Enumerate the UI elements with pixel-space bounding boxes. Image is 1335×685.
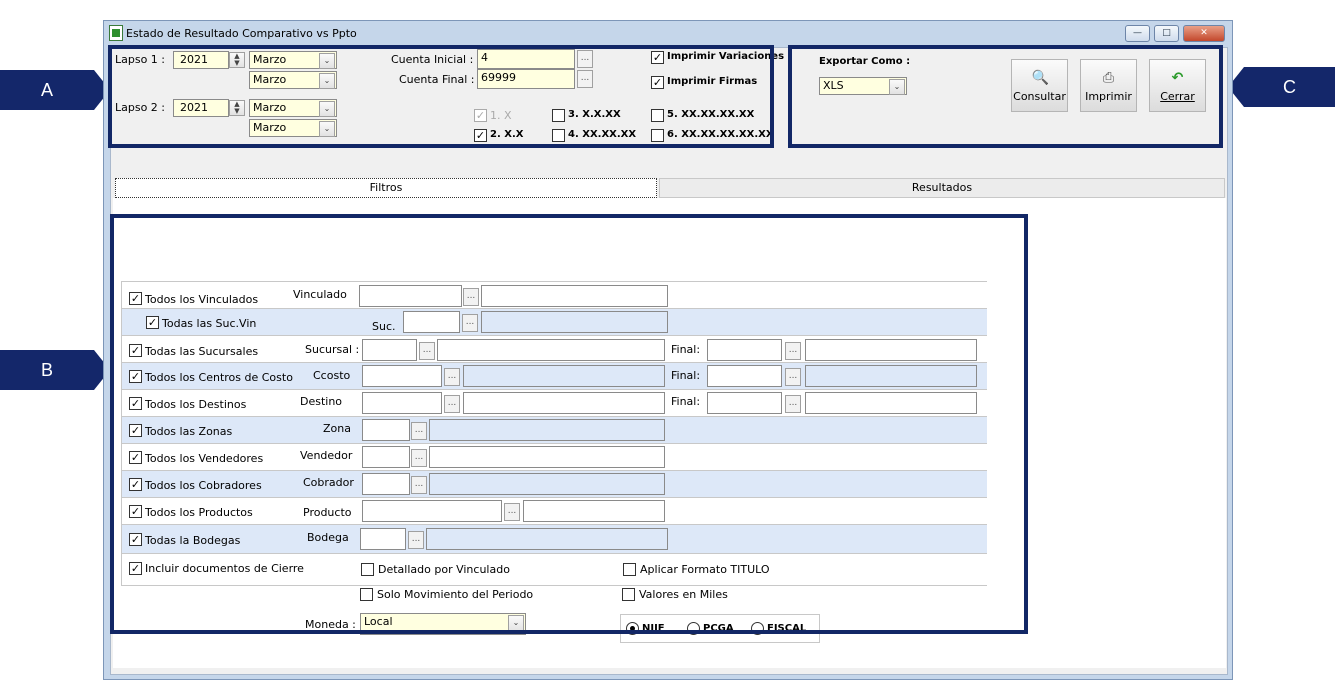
callout-c: C bbox=[1244, 67, 1335, 107]
callout-a: A bbox=[0, 70, 94, 110]
title-bar: Estado de Resultado Comparativo vs Ppto … bbox=[104, 21, 1232, 47]
app-icon bbox=[109, 25, 123, 41]
section-c-highlight bbox=[788, 45, 1223, 148]
callout-b: B bbox=[0, 350, 94, 390]
tab-filtros-label: Filtros bbox=[369, 181, 403, 194]
tab-resultados[interactable]: Resultados bbox=[659, 178, 1225, 198]
maximize-button[interactable]: □ bbox=[1154, 25, 1179, 42]
close-window-button[interactable]: ✕ bbox=[1183, 25, 1225, 42]
section-b-highlight bbox=[110, 214, 1028, 634]
tab-filtros[interactable]: Filtros bbox=[115, 178, 657, 198]
minimize-button[interactable]: — bbox=[1125, 25, 1150, 42]
section-a-highlight bbox=[108, 45, 774, 148]
window-title: Estado de Resultado Comparativo vs Ppto bbox=[126, 27, 357, 40]
tab-resultados-label: Resultados bbox=[911, 181, 973, 194]
